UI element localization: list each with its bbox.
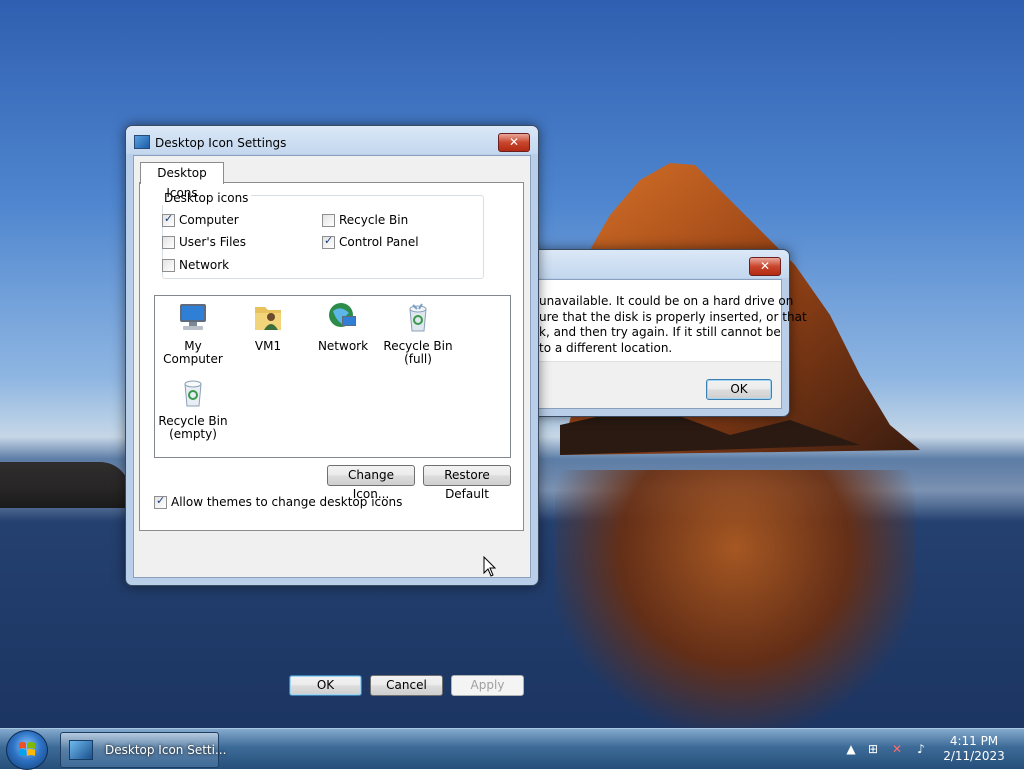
icon-label: Recycle Bin (empty): [158, 414, 228, 441]
icon-list[interactable]: My Computer VM1 Network Recycle Bin (ful…: [154, 295, 511, 458]
checkbox-box-checked[interactable]: [154, 494, 167, 509]
checkbox-label: Allow themes to change desktop icons: [171, 495, 403, 509]
icon-label: VM1: [254, 339, 282, 353]
checkbox-box-checked[interactable]: [322, 234, 335, 249]
desktop: ✕ unavailable. It could be on a hard dri…: [0, 0, 1024, 728]
checkbox-users-files[interactable]: User's Files: [162, 235, 246, 249]
start-button[interactable]: [6, 730, 48, 770]
cancel-button[interactable]: Cancel: [370, 675, 443, 696]
icon-label: Recycle Bin (full): [383, 339, 453, 366]
apply-button[interactable]: Apply: [451, 675, 524, 696]
checkbox-control-panel[interactable]: Control Panel: [322, 234, 419, 249]
volume-icon[interactable]: ♪: [914, 742, 928, 756]
computer-icon: [180, 304, 206, 330]
icon-item-network[interactable]: Network: [305, 301, 381, 353]
dialog-titlebar[interactable]: Desktop Icon Settings ✕: [126, 126, 538, 156]
error-ok-button[interactable]: OK: [706, 379, 772, 400]
icon-label: My Computer: [163, 339, 223, 366]
network-tray-icon[interactable]: ⊞: [866, 742, 880, 756]
user-folder-icon: [255, 307, 281, 330]
checkbox-network[interactable]: Network: [162, 258, 229, 272]
windows-logo-icon: [19, 742, 35, 756]
shore-rocks: [0, 462, 130, 508]
clock[interactable]: 4:11 PM 2/11/2023: [940, 734, 1008, 764]
checkbox-box[interactable]: [162, 235, 175, 249]
error-message-line: ure that the disk is properly inserted, …: [539, 309, 807, 324]
recycle-bin-empty-icon: [184, 380, 202, 407]
icon-item-vm1[interactable]: VM1: [230, 301, 306, 353]
action-center-icon[interactable]: ✕: [890, 742, 904, 756]
clock-time: 4:11 PM: [949, 734, 999, 748]
rock-reflection: [555, 470, 915, 728]
mouse-cursor-icon: [483, 556, 497, 577]
ok-button[interactable]: OK: [289, 675, 362, 696]
tab-desktop-icons[interactable]: Desktop Icons: [140, 162, 224, 200]
dialog-close-button[interactable]: ✕: [498, 133, 530, 152]
checkbox-recycle-bin[interactable]: Recycle Bin: [322, 213, 408, 227]
close-icon: ✕: [508, 135, 520, 149]
icon-item-my-computer[interactable]: My Computer: [155, 301, 231, 366]
recycle-bin-full-icon: [409, 303, 427, 332]
taskbar-item-desktop-icon-settings[interactable]: Desktop Icon Setti...: [60, 732, 226, 768]
checkbox-computer[interactable]: Computer: [162, 212, 239, 227]
icon-item-recycle-bin-full[interactable]: Recycle Bin (full): [380, 301, 456, 366]
checkbox-label: User's Files: [179, 235, 247, 249]
checkbox-label: Control Panel: [339, 235, 419, 249]
error-dialog-close-button[interactable]: ✕: [749, 257, 781, 276]
checkbox-allow-themes[interactable]: Allow themes to change desktop icons: [154, 494, 403, 509]
display-settings-icon: [134, 135, 150, 149]
icon-item-recycle-bin-empty[interactable]: Recycle Bin (empty): [155, 376, 231, 441]
tab-page: Desktop icons Computer User's Files Netw…: [139, 182, 524, 531]
network-icon: [329, 303, 356, 327]
checkbox-box[interactable]: [322, 213, 335, 227]
dialog-client: Desktop Icons Desktop icons Computer Use…: [133, 155, 531, 696]
error-message-line: to a different location.: [539, 340, 673, 355]
show-hidden-icons-icon[interactable]: ▲: [844, 742, 858, 756]
checkbox-label: Computer: [179, 213, 239, 227]
checkbox-label: Recycle Bin: [339, 213, 409, 227]
dialog-title: Desktop Icon Settings: [155, 136, 287, 150]
error-message-line: unavailable. It could be on a hard drive…: [539, 294, 794, 308]
error-message: unavailable. It could be on a hard drive…: [539, 294, 807, 356]
change-icon-button[interactable]: Change Icon...: [327, 465, 415, 501]
restore-default-button[interactable]: Restore Default: [423, 465, 511, 501]
close-icon: ✕: [759, 259, 771, 273]
error-message-line: k, and then try again. If it still canno…: [539, 325, 781, 339]
desktop-icon-settings-dialog: Desktop Icon Settings ✕ Desktop Icons De…: [125, 125, 539, 696]
taskbar-item-label: Desktop Icon Setti...: [105, 743, 227, 757]
checkbox-box[interactable]: [162, 258, 175, 272]
checkbox-label: Network: [179, 258, 230, 272]
checkbox-box-checked[interactable]: [162, 212, 175, 227]
clock-date: 2/11/2023: [943, 749, 1005, 763]
display-settings-icon: [69, 740, 93, 760]
taskbar: Desktop Icon Setti... ▲ ⊞ ✕ ♪ 4:11 PM 2/…: [0, 728, 1024, 770]
icon-label: Network: [317, 339, 369, 353]
